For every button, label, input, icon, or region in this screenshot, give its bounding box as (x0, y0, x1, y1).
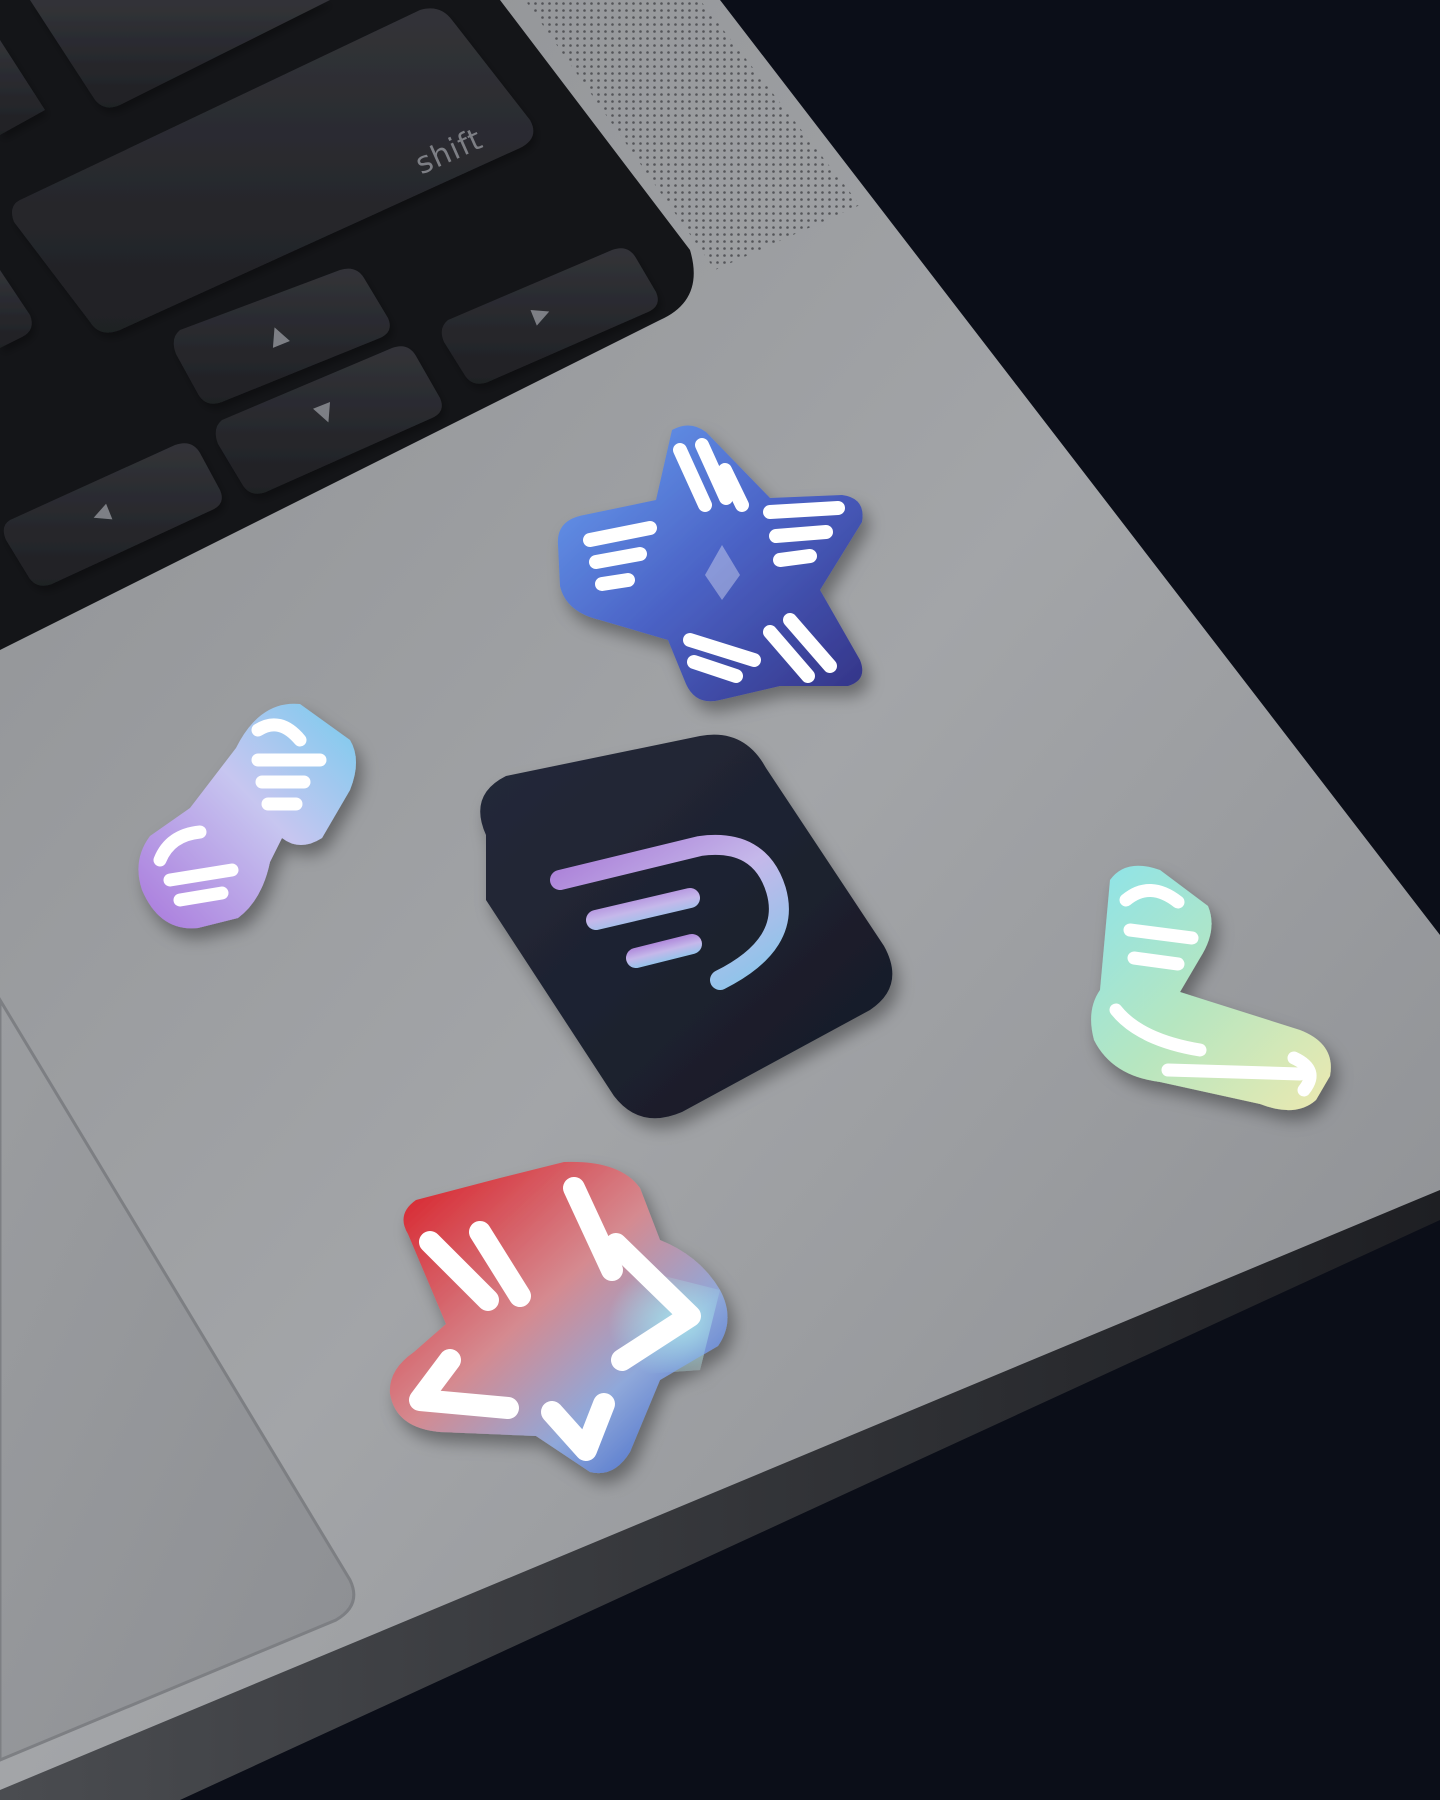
laptop-sticker-photo: shift ▲ ▼ ▶ ◀ (0, 0, 1440, 1800)
photo-stage: shift ▲ ▼ ▶ ◀ (0, 0, 1440, 1800)
